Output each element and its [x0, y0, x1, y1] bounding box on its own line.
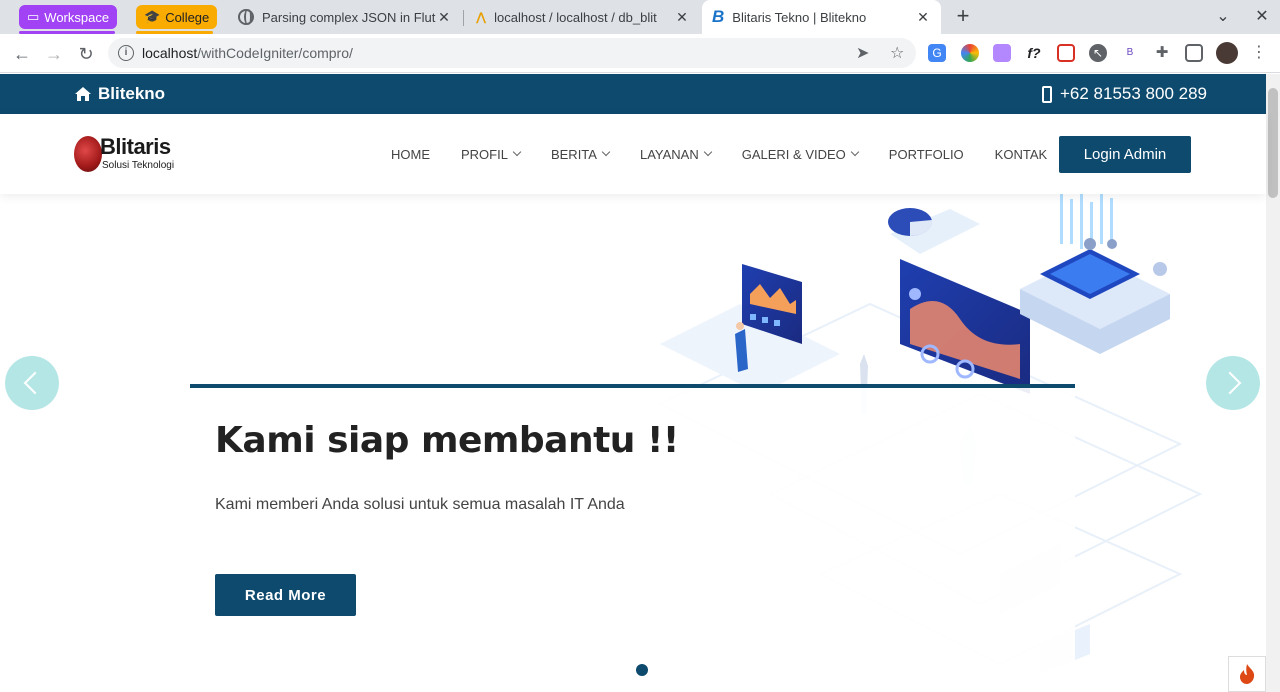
globe-icon [238, 9, 254, 25]
close-icon[interactable]: ✕ [915, 9, 931, 26]
formula-extension-icon[interactable]: f? [1025, 44, 1043, 62]
graduation-cap-icon: 🎓 [144, 9, 161, 24]
reload-icon[interactable]: ↻ [74, 42, 98, 66]
address-bar[interactable]: i localhost/withCodeIgniter/compro/ ➤ ☆ [108, 38, 916, 68]
bookmark-star-icon[interactable]: ☆ [890, 43, 904, 63]
browser-tab-strip: ▭ Workspace 🎓 College Parsing complex JS… [0, 0, 1280, 34]
nav-home[interactable]: HOME [391, 147, 430, 162]
top-brand-label: Blitekno [98, 84, 166, 103]
hero-caption: Kami siap membantu !! Kami memberi Anda … [190, 384, 1075, 692]
tab-group-workspace[interactable]: ▭ Workspace [19, 5, 118, 29]
hero-slider: Kami siap membantu !! Kami memberi Anda … [0, 194, 1266, 692]
translate-extension-icon[interactable]: G [928, 44, 946, 62]
menu-icon[interactable]: ⋮ [1250, 44, 1268, 62]
tab-search-icon[interactable]: ⌄ [1213, 6, 1233, 26]
screen-record-extension-icon[interactable] [1057, 44, 1075, 62]
slider-next-arrow[interactable] [1206, 356, 1260, 410]
codeigniter-flame-icon [1240, 664, 1255, 684]
color-picker-extension-icon[interactable] [961, 44, 979, 62]
slider-prev-arrow[interactable] [5, 356, 59, 410]
codeigniter-debug-badge[interactable] [1228, 656, 1266, 692]
chevron-right-icon [1218, 371, 1242, 395]
site-top-bar: Blitekno +62 81553 800 289 [0, 74, 1266, 114]
chevron-down-icon [512, 147, 522, 157]
chevron-left-icon [23, 371, 47, 395]
close-icon[interactable]: ✕ [674, 9, 690, 26]
page-scrollbar[interactable] [1266, 74, 1280, 692]
url-text: localhost/withCodeIgniter/compro/ [142, 45, 353, 61]
nav-galeri-video[interactable]: GALERI & VIDEO [742, 147, 860, 162]
workspace-icon: ▭ [27, 9, 40, 24]
back-icon[interactable]: ← [10, 42, 34, 66]
mobile-phone-icon [1041, 85, 1052, 103]
login-admin-button[interactable]: Login Admin [1059, 136, 1191, 173]
chevron-down-icon [850, 147, 860, 157]
logo-globe-icon [74, 136, 102, 172]
site-info-icon[interactable]: i [118, 45, 134, 61]
site-logo[interactable]: Blitaris Solusi Teknologi [74, 134, 184, 176]
slider-indicator-dot[interactable] [636, 664, 648, 676]
browser-tab[interactable]: ⋀ localhost / localhost / db_blit ✕ [466, 0, 700, 34]
browser-tab[interactable]: Parsing complex JSON in Flut ✕ [228, 0, 462, 34]
logo-tagline: Solusi Teknologi [102, 160, 175, 171]
hero-heading: Kami siap membantu !! [215, 420, 679, 461]
hero-text: Kami memberi Anda solusi untuk semua mas… [215, 496, 625, 513]
nav-kontak[interactable]: KONTAK [995, 147, 1048, 162]
nav-berita[interactable]: BERITA [551, 147, 611, 162]
logo-name: Blitaris [100, 134, 171, 159]
b-extension-icon[interactable]: B [1121, 44, 1139, 62]
phpmyadmin-icon: ⋀ [476, 10, 487, 24]
close-icon[interactable]: ✕ [436, 9, 452, 26]
tab-group-college[interactable]: 🎓 College [136, 5, 218, 29]
tab-separator [463, 10, 464, 26]
read-more-button[interactable]: Read More [215, 574, 356, 616]
main-navigation: HOME PROFIL BERITA LAYANAN GALERI & VIDE… [391, 114, 1078, 194]
profile-avatar[interactable] [1216, 42, 1238, 64]
browser-tab-active[interactable]: B Blitaris Tekno | Blitekno ✕ [702, 0, 941, 34]
forward-icon[interactable]: → [42, 42, 66, 66]
close-window-icon[interactable]: ✕ [1252, 6, 1272, 26]
nav-profil[interactable]: PROFIL [461, 147, 522, 162]
top-brand[interactable]: Blitekno [74, 84, 165, 104]
phone-number: +62 81553 800 289 [1059, 84, 1207, 103]
nav-portfolio[interactable]: PORTFOLIO [889, 147, 964, 162]
browser-toolbar: ← → ↻ i localhost/withCodeIgniter/compro… [0, 34, 1280, 73]
chevron-down-icon [703, 147, 712, 157]
top-phone[interactable]: +62 81553 800 289 [1041, 84, 1207, 104]
scrollbar-thumb[interactable] [1268, 88, 1278, 198]
new-tab-button[interactable]: + [952, 5, 974, 27]
send-icon[interactable]: ➤ [856, 43, 869, 63]
home-icon [75, 87, 91, 101]
nav-layanan[interactable]: LAYANAN [640, 147, 712, 162]
chevron-down-icon [601, 147, 611, 157]
site-header: Blitaris Solusi Teknologi HOME PROFIL BE… [0, 114, 1266, 194]
extension-icon[interactable] [993, 44, 1011, 62]
side-panel-icon[interactable] [1185, 44, 1203, 62]
blitekno-favicon-icon: B [712, 7, 725, 26]
cursor-extension-icon[interactable]: ↖ [1089, 44, 1107, 62]
extensions-puzzle-icon[interactable]: ✚ [1153, 44, 1171, 62]
